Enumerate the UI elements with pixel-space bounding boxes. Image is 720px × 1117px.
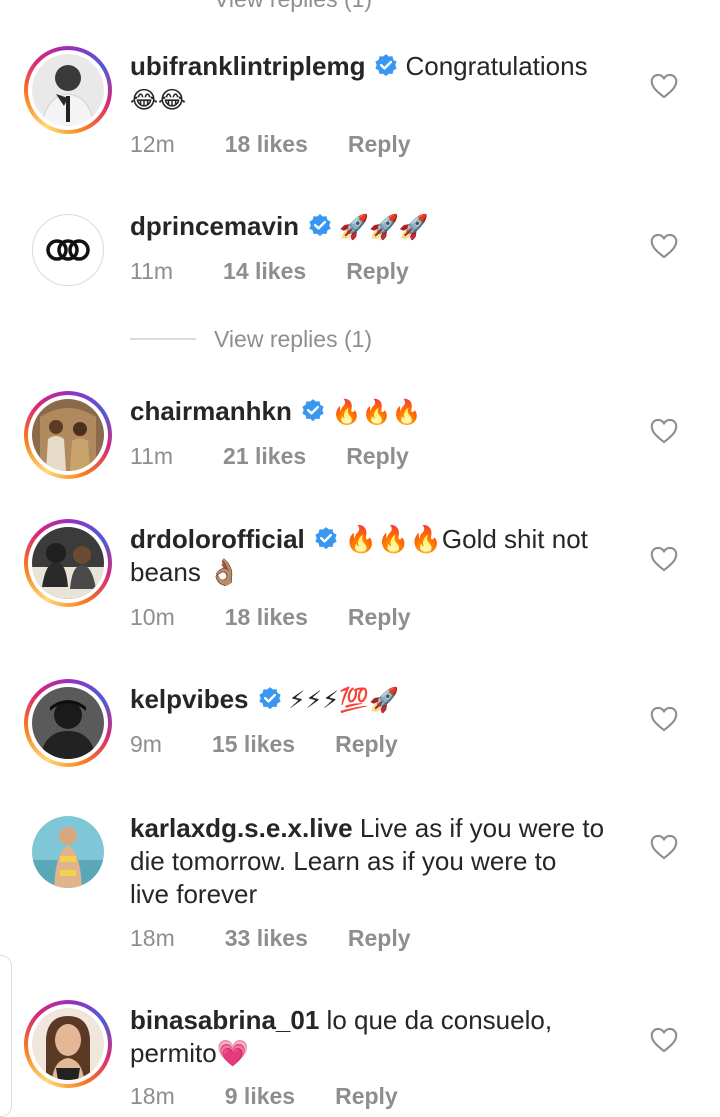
comment-body: 🔥🔥🔥Gold shit not: [344, 524, 588, 554]
verified-badge-icon: [309, 214, 331, 237]
avatar-story-ring[interactable]: [24, 1000, 112, 1088]
heart-icon[interactable]: [650, 418, 678, 444]
comment-meta: 12m 18 likes Reply: [130, 131, 411, 158]
comment-text: kelpvibes ⚡⚡⚡💯🚀: [130, 683, 630, 717]
comment-body: 🔥🔥🔥: [331, 398, 422, 426]
heart-icon[interactable]: [650, 233, 678, 259]
comment-username[interactable]: kelpvibes: [130, 684, 249, 714]
comment-likes[interactable]: 18 likes: [225, 131, 308, 157]
reply-button[interactable]: Reply: [348, 131, 411, 157]
comment-meta: 11m 14 likes Reply: [130, 258, 409, 285]
comment-username[interactable]: dprincemavin: [130, 211, 299, 241]
comment-text: chairmanhkn 🔥🔥🔥: [130, 395, 630, 429]
comment-likes[interactable]: 21 likes: [223, 443, 306, 469]
verified-badge-icon: [375, 54, 398, 77]
heart-icon[interactable]: [650, 1027, 678, 1053]
heart-icon[interactable]: [650, 546, 678, 572]
comment-text: ubifranklintriplemg Congratulations 😂😂: [130, 50, 630, 117]
view-replies-link[interactable]: View replies (1): [130, 326, 530, 356]
comment-text: binasabrina_01 lo que da consuelo, permi…: [130, 1004, 630, 1070]
avatar: [32, 816, 104, 888]
avatar: [32, 214, 104, 286]
avatar: [32, 54, 104, 126]
avatar-story-ring[interactable]: [24, 679, 112, 767]
comment-body: lo que da consuelo,: [326, 1005, 553, 1035]
comment-likes[interactable]: 33 likes: [225, 925, 308, 951]
comment-time: 18m: [130, 1083, 175, 1109]
comment-meta: 18m 9 likes Reply: [130, 1083, 398, 1110]
comment-time: 11m: [130, 258, 174, 284]
avatar: [32, 687, 104, 759]
avatar-story-ring[interactable]: [24, 519, 112, 607]
heart-icon[interactable]: [650, 834, 678, 860]
comment-likes[interactable]: 15 likes: [212, 731, 295, 757]
avatar-container[interactable]: [24, 808, 112, 896]
comment-body-line3: live forever: [130, 879, 258, 909]
comment-body: ⚡⚡⚡💯🚀: [288, 686, 399, 714]
avatar: [32, 527, 104, 599]
view-replies-link-top[interactable]: View replies (1): [214, 0, 372, 13]
comment-meta: 18m 33 likes Reply: [130, 925, 411, 952]
avatar-story-ring[interactable]: [24, 46, 112, 134]
comment-likes[interactable]: 14 likes: [223, 258, 306, 284]
edge-panel-handle[interactable]: [0, 955, 12, 1117]
comment-body-line2: 😂😂: [130, 86, 187, 114]
avatar: [32, 1008, 104, 1080]
comment-body: 🚀🚀🚀: [339, 213, 429, 241]
comment-meta: 10m 18 likes Reply: [130, 604, 411, 631]
heart-icon[interactable]: [650, 73, 678, 99]
reply-button[interactable]: Reply: [335, 1083, 398, 1109]
verified-badge-icon: [258, 687, 281, 710]
reply-button[interactable]: Reply: [346, 443, 409, 469]
comment-meta: 9m 15 likes Reply: [130, 731, 398, 758]
avatar-story-ring[interactable]: [24, 391, 112, 479]
divider: [130, 338, 196, 340]
comment-time: 9m: [130, 731, 162, 757]
comment-username[interactable]: karlaxdg.s.e.x.live: [130, 813, 353, 843]
avatar-container[interactable]: [24, 206, 112, 294]
comment-body-line2: beans 👌🏽: [130, 557, 241, 587]
comment-username[interactable]: drdolorofficial: [130, 524, 305, 554]
comment-body: Live as if you were to: [359, 813, 605, 843]
comment-text: dprincemavin 🚀🚀🚀: [130, 210, 630, 244]
verified-badge-icon: [302, 399, 324, 422]
reply-button[interactable]: Reply: [346, 258, 409, 284]
view-replies-label[interactable]: View replies (1): [214, 326, 372, 353]
verified-badge-icon: [315, 527, 337, 550]
heart-icon[interactable]: [650, 706, 678, 732]
comment-username[interactable]: chairmanhkn: [130, 396, 292, 426]
reply-button[interactable]: Reply: [348, 604, 411, 630]
comment-time: 12m: [130, 131, 175, 157]
comment-time: 18m: [130, 925, 175, 951]
comment-time: 11m: [130, 443, 174, 469]
comment-body: Congratulations: [405, 51, 588, 81]
comment-body-line2: permito💗: [130, 1038, 250, 1068]
comment-likes[interactable]: 9 likes: [225, 1083, 295, 1109]
reply-button[interactable]: Reply: [348, 925, 411, 951]
comment-body-line2: die tomorrow. Learn as if you were to: [130, 846, 557, 876]
comment-time: 10m: [130, 604, 175, 630]
comment-meta: 11m 21 likes Reply: [130, 443, 409, 470]
comment-text: drdolorofficial 🔥🔥🔥Gold shit not beans 👌🏽: [130, 523, 630, 589]
comment-text: karlaxdg.s.e.x.live Live as if you were …: [130, 812, 630, 911]
avatar: [32, 399, 104, 471]
comment-username[interactable]: binasabrina_01: [130, 1005, 319, 1035]
comment-username[interactable]: ubifranklintriplemg: [130, 51, 365, 81]
comment-likes[interactable]: 18 likes: [225, 604, 308, 630]
reply-button[interactable]: Reply: [335, 731, 398, 757]
